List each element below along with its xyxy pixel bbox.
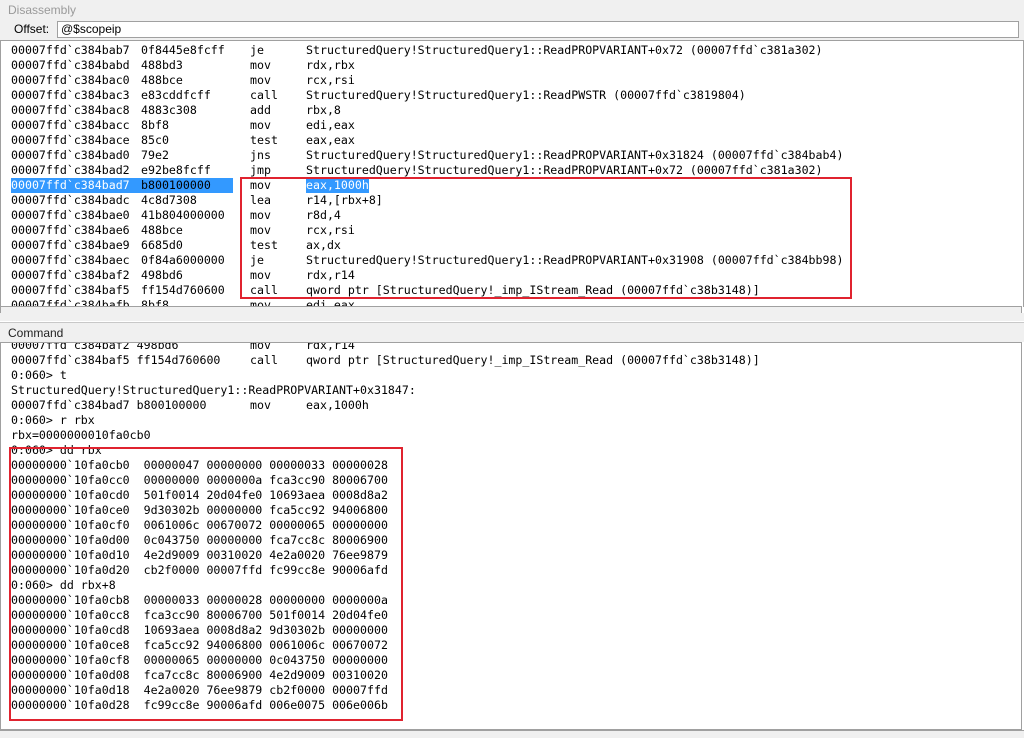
line-mnemonic: je: [250, 43, 264, 57]
line-bytes: 8bf8: [141, 118, 169, 132]
command-text: StructuredQuery!StructuredQuery1::ReadPR…: [11, 383, 416, 397]
disassembly-line[interactable]: 00007ffd`c384bad0 79e2 jns StructuredQuery!…: [11, 148, 1011, 163]
command-line: rbx=0000000010fa0cb0: [11, 428, 1011, 443]
command-asm-operands: qword ptr [StructuredQuery!_imp_IStream_…: [306, 353, 760, 367]
command-asm-mnemonic: mov: [250, 342, 271, 352]
line-mnemonic: mov: [250, 118, 271, 132]
line-operands: eax,eax: [306, 133, 355, 147]
disassembly-line[interactable]: 00007ffd`c384bac8 4883c308 add rbx,8: [11, 103, 1011, 118]
line-mnemonic: mov: [250, 58, 271, 72]
disassembly-line[interactable]: 00007ffd`c384bac3 e83cddfcff call Structure…: [11, 88, 1011, 103]
line-bytes: 85c0: [141, 133, 169, 147]
command-line: 00007ffd`c384bad7 b800100000 mov eax,1000h: [11, 398, 1011, 413]
command-text: 0:060> r rbx: [11, 413, 95, 427]
line-address: 00007ffd`c384bace: [11, 133, 130, 147]
line-bytes: e83cddfcff: [141, 88, 211, 102]
line-bytes: ff154d760600: [141, 283, 225, 297]
line-bytes: 0f8445e8fcff: [141, 43, 225, 57]
command-line: 0:060> r rbx: [11, 413, 1011, 428]
line-mnemonic: test: [250, 133, 278, 147]
line-bytes: 4883c308: [141, 103, 197, 117]
line-operands: StructuredQuery!StructuredQuery1::ReadPR…: [306, 43, 823, 57]
disassembly-line[interactable]: 00007ffd`c384bab7 0f8445e8fcff je Structure…: [11, 43, 1011, 58]
line-bytes: 488bce: [141, 223, 183, 237]
line-mnemonic: add: [250, 103, 271, 117]
disassembly-highlight-box: [240, 177, 852, 299]
command-text: rbx=0000000010fa0cb0: [11, 428, 151, 442]
command-asm-operands: rdx,r14: [306, 342, 355, 352]
command-asm-mnemonic: call: [250, 353, 278, 367]
command-line: StructuredQuery!StructuredQuery1::ReadPR…: [11, 383, 1011, 398]
command-highlight-box: [9, 447, 403, 721]
line-operands: rdx,rbx: [306, 58, 355, 72]
command-asm-address: 00007ffd`c384baf2 498bd6: [11, 342, 179, 352]
offset-label: Offset:: [14, 22, 50, 36]
line-address: 00007ffd`c384bac0: [11, 73, 130, 87]
line-bytes: e92be8fcff: [141, 163, 211, 177]
command-line: 00007ffd`c384baf5 ff154d760600 call qword …: [11, 353, 1011, 368]
disassembly-line[interactable]: 00007ffd`c384bace 85c0 test eax,eax: [11, 133, 1011, 148]
line-operands: StructuredQuery!StructuredQuery1::ReadPR…: [306, 163, 823, 177]
line-bytes: 488bce: [141, 73, 183, 87]
command-asm-mnemonic: mov: [250, 398, 271, 412]
disassembly-pane-title: Disassembly: [0, 0, 1024, 20]
line-address: 00007ffd`c384badc: [11, 193, 130, 207]
line-address: 00007ffd`c384bae6: [11, 223, 130, 237]
disassembly-line[interactable]: 00007ffd`c384babd 488bd3 mov rdx,rbx: [11, 58, 1011, 73]
line-address: 00007ffd`c384bae9: [11, 238, 130, 252]
line-address: 00007ffd`c384baf2: [11, 268, 130, 282]
command-asm-address: 00007ffd`c384baf5 ff154d760600: [11, 353, 221, 367]
command-asm-address: 00007ffd`c384bad7 b800100000: [11, 398, 207, 412]
command-asm-operands: eax,1000h: [306, 398, 369, 412]
command-output-view[interactable]: 00007ffd`c384baf2 498bd6 mov rdx,r14 00007f…: [0, 342, 1022, 730]
line-operands: rcx,rsi: [306, 73, 355, 87]
line-operands: StructuredQuery!StructuredQuery1::ReadPR…: [306, 148, 844, 162]
line-address: 00007ffd`c384bad0: [11, 148, 130, 162]
command-text: 0:060> t: [11, 368, 67, 382]
line-bytes: 4c8d7308: [141, 193, 197, 207]
line-bytes: 488bd3: [141, 58, 183, 72]
line-bytes: b800100000: [141, 178, 211, 192]
line-operands: rbx,8: [306, 103, 341, 117]
line-mnemonic: call: [250, 88, 278, 102]
line-address: 00007ffd`c384bac8: [11, 103, 130, 117]
line-mnemonic: jmp: [250, 163, 271, 177]
offset-bar: Offset: @$scopeip: [0, 20, 1024, 40]
line-bytes: 41b804000000: [141, 208, 225, 222]
line-operands: edi,eax: [306, 118, 355, 132]
command-pane-title: Command: [0, 322, 1024, 342]
command-line: 0:060> t: [11, 368, 1011, 383]
pane-splitter[interactable]: [0, 313, 1024, 321]
line-bytes: 6685d0: [141, 238, 183, 252]
disassembly-line[interactable]: 00007ffd`c384bacc 8bf8 mov edi,eax: [11, 118, 1011, 133]
line-address: 00007ffd`c384bacc: [11, 118, 130, 132]
line-operands: StructuredQuery!StructuredQuery1::ReadPW…: [306, 88, 746, 102]
disassembly-line[interactable]: 00007ffd`c384bad2 e92be8fcff jmp Structured…: [11, 163, 1011, 178]
command-line: 00007ffd`c384baf2 498bd6 mov rdx,r14: [11, 342, 1011, 353]
line-mnemonic: jns: [250, 148, 271, 162]
disassembly-line[interactable]: 00007ffd`c384bac0 488bce mov rcx,rsi: [11, 73, 1011, 88]
line-bytes: 498bd6: [141, 268, 183, 282]
line-address: 00007ffd`c384babd: [11, 58, 130, 72]
disassembly-view[interactable]: 00007ffd`c384bab7 0f8445e8fcff je Structure…: [0, 40, 1024, 307]
line-bytes: 79e2: [141, 148, 169, 162]
line-bytes: 0f84a6000000: [141, 253, 225, 267]
offset-input[interactable]: @$scopeip: [57, 21, 1019, 38]
line-mnemonic: mov: [250, 73, 271, 87]
